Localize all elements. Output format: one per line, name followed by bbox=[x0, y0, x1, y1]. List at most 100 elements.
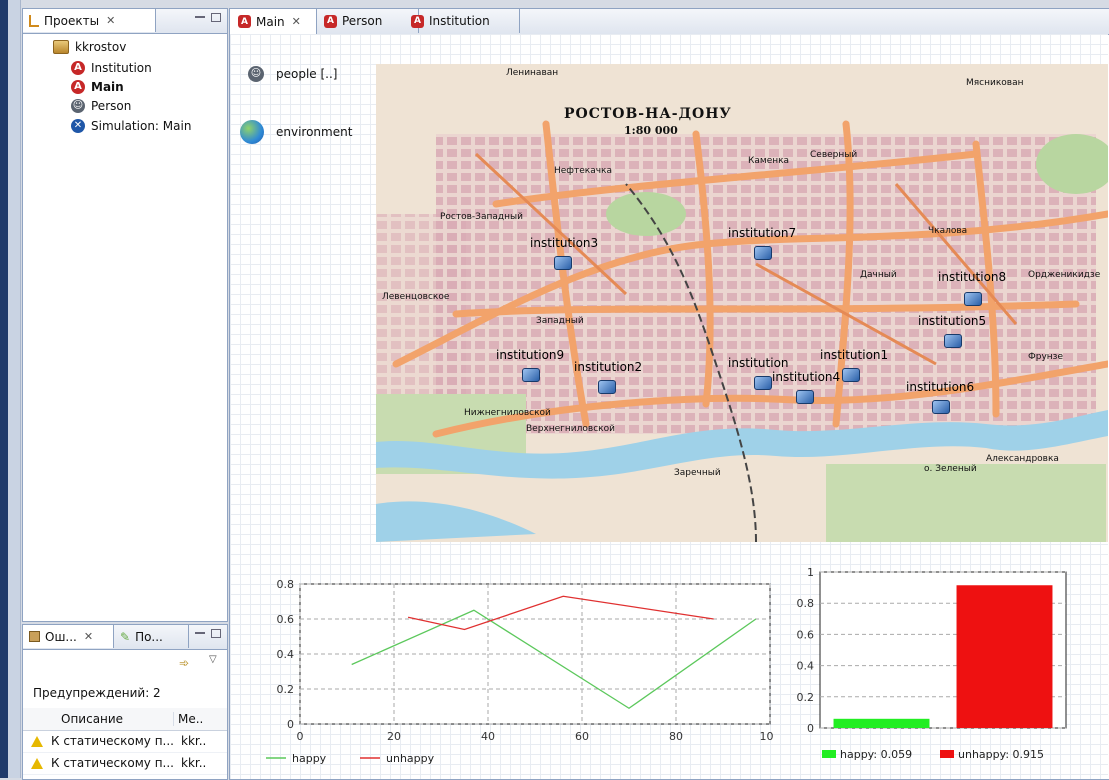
map-place-label: Верхнегнилов­ской bbox=[526, 424, 615, 434]
bar-unhappy bbox=[956, 585, 1053, 728]
bar-happy bbox=[833, 718, 930, 728]
tree-item-institution[interactable]: A Institution bbox=[71, 61, 152, 75]
tree-item-main[interactable]: A Main bbox=[71, 80, 124, 94]
legend-label: happy: 0.059 bbox=[840, 748, 912, 761]
tree-item-label: Main bbox=[91, 80, 124, 94]
close-icon[interactable]: ✕ bbox=[292, 15, 301, 28]
chevron-down-icon[interactable]: ▽ bbox=[209, 654, 217, 665]
map-place-label: Фрунзе bbox=[1028, 352, 1063, 362]
project-folder-icon bbox=[53, 40, 69, 54]
graphical-editor: A Main ✕ A Person A Institution ☺ people… bbox=[229, 8, 1109, 780]
institution-label: institution1 bbox=[820, 348, 889, 362]
map-place-label: Северный bbox=[810, 150, 858, 160]
institution-label: institution6 bbox=[906, 380, 975, 394]
column-header-location[interactable]: Ме.. bbox=[173, 712, 203, 726]
problem-location: kkr.. bbox=[181, 756, 207, 770]
projects-view-tabbar: Проекты ✕ bbox=[23, 9, 227, 34]
tree-item-person[interactable]: ☺ Person bbox=[71, 99, 131, 113]
problem-description: К статическому п... bbox=[51, 756, 174, 770]
environment-object[interactable]: environment bbox=[240, 120, 352, 144]
agent-class-icon: A bbox=[238, 15, 251, 28]
map-place-label: Мясникован bbox=[966, 78, 1024, 88]
y-tick-label: 0.2 bbox=[797, 691, 815, 704]
tree-item-project[interactable]: kkrostov bbox=[53, 40, 126, 54]
map-place-label: Чкалова bbox=[928, 226, 968, 236]
y-tick-label: 0.8 bbox=[277, 578, 295, 591]
left-window-edge bbox=[0, 0, 8, 778]
x-tick-label: 0 bbox=[297, 730, 304, 743]
table-row[interactable]: К статическому п... kkr.. bbox=[23, 752, 227, 775]
map-place-label: Ленинаван bbox=[506, 68, 559, 78]
minimize-icon[interactable] bbox=[195, 16, 205, 18]
x-tick-label: 80 bbox=[669, 730, 683, 743]
agent-class-icon: A bbox=[411, 14, 424, 28]
map-place-label: Нефтекачка bbox=[554, 166, 612, 176]
people-population-icon: ☺ bbox=[248, 66, 264, 82]
institution-building-icon[interactable] bbox=[554, 256, 572, 270]
y-tick-label: 0.6 bbox=[797, 628, 815, 641]
institution-building-icon[interactable] bbox=[598, 380, 616, 394]
warning-icon bbox=[31, 735, 43, 747]
y-tick-label: 0 bbox=[287, 718, 294, 731]
main-agent-warning-icon: A bbox=[71, 80, 85, 94]
population-people[interactable]: ☺ people [..] bbox=[248, 66, 337, 82]
table-row[interactable]: К статическому п... kkr.. bbox=[23, 730, 227, 753]
column-header-description[interactable]: Описание bbox=[61, 712, 173, 726]
map-place-label: Дачный bbox=[860, 270, 897, 280]
institution-building-icon[interactable] bbox=[964, 292, 982, 306]
institution-building-icon[interactable] bbox=[754, 376, 772, 390]
maximize-icon[interactable] bbox=[211, 629, 221, 638]
tab-projects[interactable]: Проекты ✕ bbox=[23, 9, 156, 32]
tab-main[interactable]: A Main ✕ bbox=[230, 9, 317, 34]
map-place-label: Нижнегниловской bbox=[464, 408, 551, 418]
tree-item-simulation[interactable]: ✕ Simulation: Main bbox=[71, 119, 191, 133]
institution-label: institution8 bbox=[938, 270, 1007, 284]
line-chart[interactable]: 0 20 40 60 80 100 0 0.2 0.4 0.6 0.8 happy unhappy bbox=[254, 570, 774, 770]
y-tick-label: 0 bbox=[807, 722, 814, 735]
project-root-label: kkrostov bbox=[75, 40, 127, 54]
city-map[interactable]: РОСТОВ-НА-ДОНУ 1:80 000 Ленинаван Мясник… bbox=[376, 64, 1108, 542]
city-map-drawing bbox=[376, 64, 1108, 542]
environment-globe-icon bbox=[240, 120, 264, 144]
editor-tabbar: A Main ✕ A Person A Institution bbox=[230, 9, 1109, 35]
problems-view: Ош... ✕ ✎ По... ➾ ▽ Предупреждений: 2 Оп… bbox=[22, 624, 228, 780]
population-label: people [..] bbox=[276, 67, 338, 81]
tab-institution[interactable]: A Institution bbox=[403, 9, 520, 33]
problems-body: ➾ ▽ Предупреждений: 2 Описание Ме.. К ст… bbox=[23, 650, 227, 778]
agent-class-icon: A bbox=[71, 61, 85, 75]
editor-tab-label: Main bbox=[256, 14, 285, 29]
institution-building-icon[interactable] bbox=[754, 246, 772, 260]
institution-building-icon[interactable] bbox=[842, 368, 860, 382]
x-tick-label: 40 bbox=[481, 730, 495, 743]
institution-label: institution2 bbox=[574, 360, 643, 374]
legend-swatch-happy bbox=[822, 750, 836, 758]
close-icon[interactable]: ✕ bbox=[84, 630, 93, 643]
projects-tree: kkrostov A Institution A Main ☺ Person ✕… bbox=[23, 34, 227, 620]
warning-icon bbox=[31, 757, 43, 769]
bar-chart[interactable]: 0 0.2 0.4 0.6 0.8 1 happy: 0.059 unhappy: 0.915 bbox=[790, 562, 1080, 772]
x-tick-label: 60 bbox=[575, 730, 589, 743]
x-tick-label: 100 bbox=[760, 730, 775, 743]
institution-building-icon[interactable] bbox=[932, 400, 950, 414]
map-scale: 1:80 000 bbox=[624, 124, 678, 137]
maximize-icon[interactable] bbox=[211, 13, 221, 22]
y-tick-label: 0.2 bbox=[277, 683, 295, 696]
legend-label: unhappy: 0.915 bbox=[958, 748, 1044, 761]
view-menu-icon[interactable]: ➾ bbox=[179, 656, 189, 670]
institution-building-icon[interactable] bbox=[796, 390, 814, 404]
map-place-label: Заречный bbox=[674, 468, 721, 478]
close-icon[interactable]: ✕ bbox=[106, 14, 115, 27]
problem-description: К статическому п... bbox=[51, 734, 174, 748]
map-place-label: Каменка bbox=[748, 156, 790, 166]
tab-problems[interactable]: Ош... ✕ bbox=[23, 625, 114, 648]
map-place-label: Александровка bbox=[986, 454, 1059, 464]
tab-search[interactable]: ✎ По... bbox=[114, 625, 189, 648]
institution-building-icon[interactable] bbox=[944, 334, 962, 348]
problem-location: kkr.. bbox=[181, 734, 207, 748]
legend-swatch-unhappy bbox=[940, 750, 954, 758]
y-tick-label: 0.4 bbox=[277, 648, 295, 661]
minimize-icon[interactable] bbox=[195, 632, 205, 634]
editor-canvas[interactable]: ☺ people [..] environment РОСТОВ-НА-ДОНУ… bbox=[230, 34, 1108, 779]
institution-building-icon[interactable] bbox=[522, 368, 540, 382]
problems-tab-label: Ош... bbox=[45, 629, 77, 644]
